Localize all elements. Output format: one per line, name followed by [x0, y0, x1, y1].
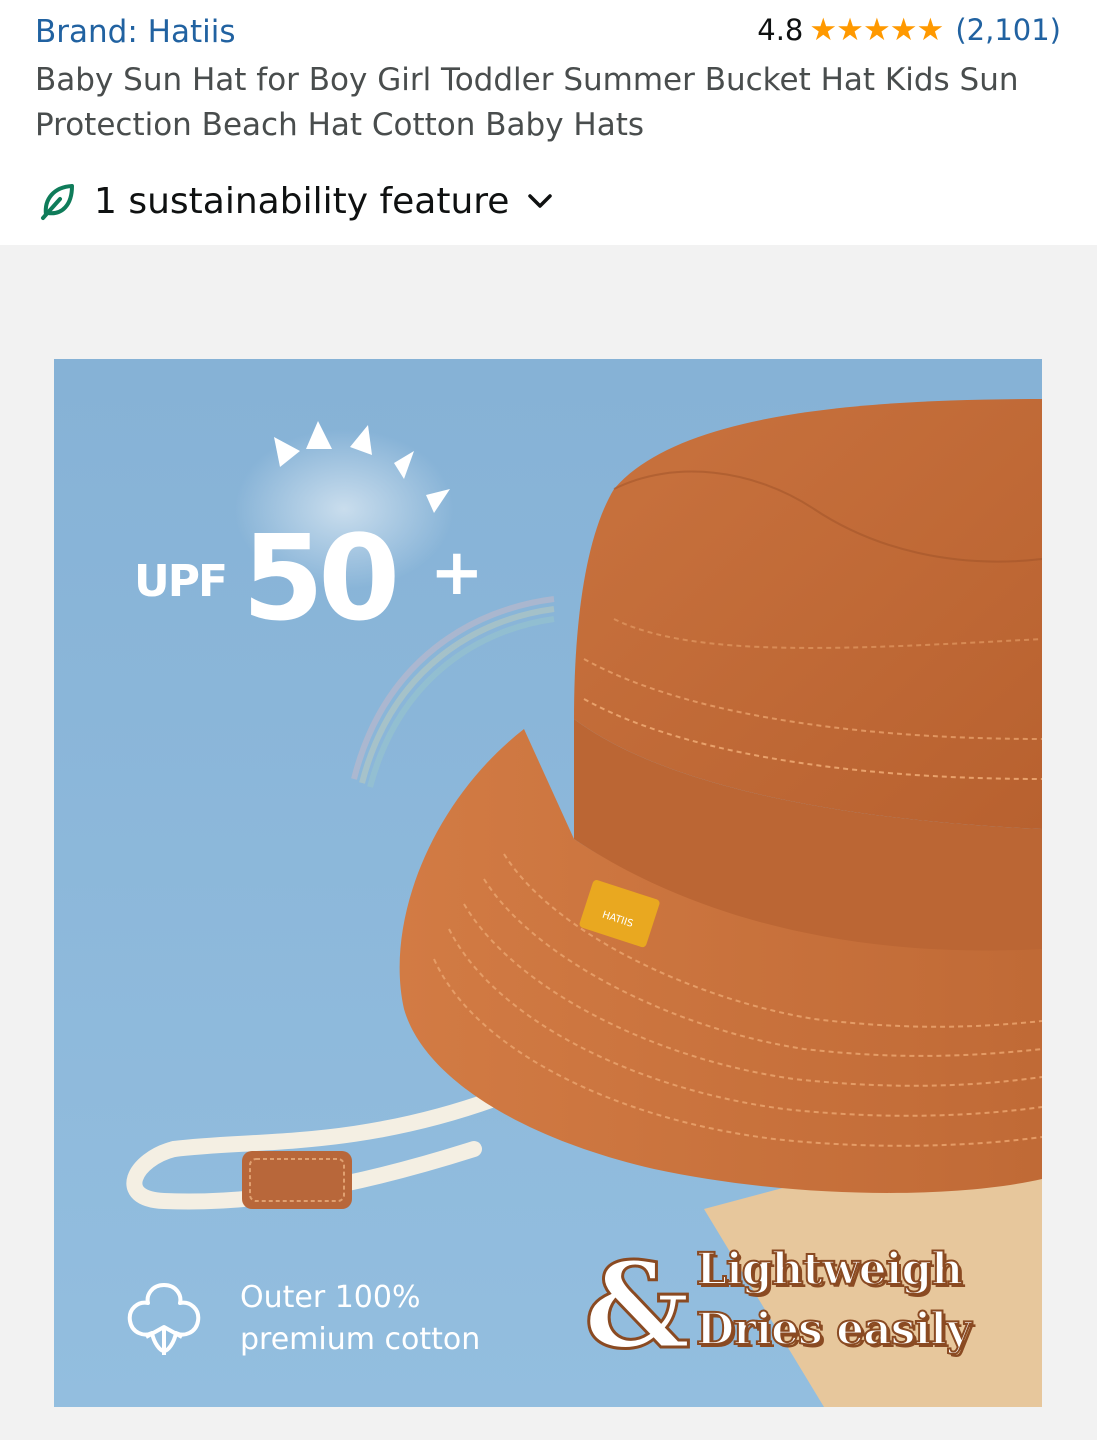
cotton-flower-icon [127, 1283, 201, 1355]
rating-value: 4.8 [757, 13, 804, 47]
ampersand: & [583, 1235, 693, 1377]
feature-line-1: Lightweigh [695, 1243, 964, 1296]
product-image[interactable]: HATIIS UPF 50 + Outer 100% premium cotto… [54, 359, 1042, 1407]
upf-number: 50 [242, 509, 400, 647]
upf-badge: UPF 50 + [134, 509, 514, 654]
rating-summary[interactable]: 4.8 ★★★★★ (2,101) [757, 12, 1061, 48]
feature-line-2: Dries easily [695, 1303, 972, 1356]
upf-plus: + [430, 536, 484, 610]
product-title: Baby Sun Hat for Boy Girl Toddler Summer… [35, 62, 1019, 143]
cotton-line-2: premium cotton [240, 1322, 481, 1357]
lightweight-feature: & Lightweigh Dries easily [583, 1235, 1024, 1377]
chevron-down-icon [528, 194, 553, 208]
sustainability-toggle[interactable]: 1 sustainability feature [38, 178, 555, 224]
cotton-line-1: Outer 100% [240, 1280, 421, 1315]
sustainability-label: 1 sustainability feature [94, 180, 510, 222]
brand-link[interactable]: Brand: Hatiis [35, 14, 235, 50]
rating-count-link[interactable]: (2,101) [955, 13, 1061, 47]
product-header: Brand: Hatiis 4.8 ★★★★★ (2,101) Baby Sun… [0, 0, 1097, 245]
upf-label: UPF [134, 556, 228, 607]
image-gallery[interactable]: HATIIS UPF 50 + Outer 100% premium cotto… [0, 245, 1097, 1440]
cotton-callout: Outer 100% premium cotton [116, 1271, 480, 1367]
star-rating-icon: ★★★★★ [809, 12, 944, 48]
leaf-icon [41, 184, 74, 220]
